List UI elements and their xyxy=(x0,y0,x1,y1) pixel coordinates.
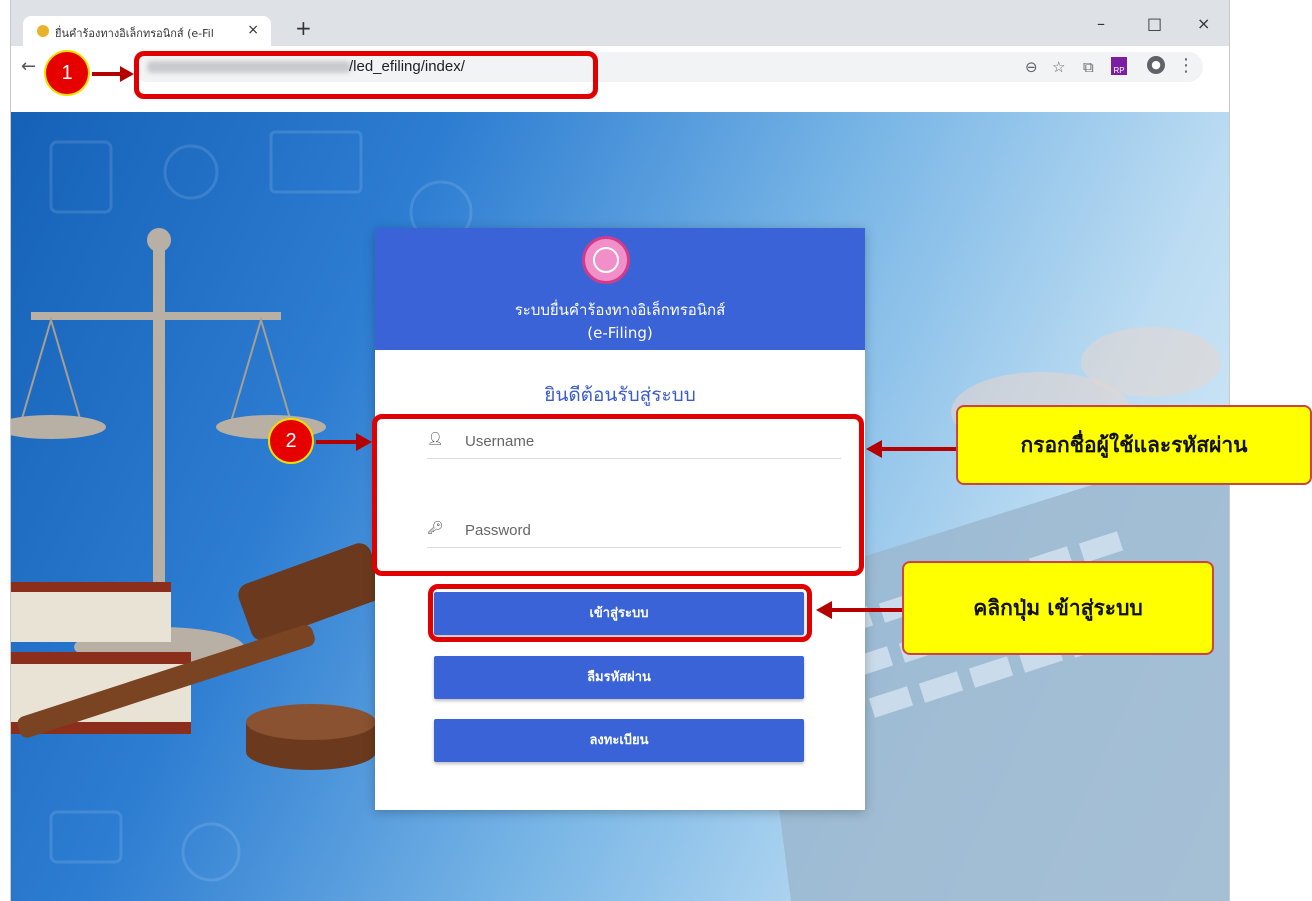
login-highlight-box xyxy=(428,584,812,642)
bookmark-star-icon[interactable]: ☆ xyxy=(1052,58,1065,76)
back-arrow-icon[interactable]: ← xyxy=(21,56,36,77)
maximize-button[interactable]: □ xyxy=(1147,14,1162,33)
arrow-4-head xyxy=(816,601,832,619)
rp-extension-icon[interactable]: RP xyxy=(1111,57,1127,75)
extension-icon[interactable]: ⧉ xyxy=(1083,58,1094,76)
card-header: ระบบยื่นคำร้องทางอิเล็กทรอนิกส์ (e-Filin… xyxy=(375,228,865,350)
tab-title: ยื่นคำร้องทางอิเล็กทรอนิกส์ (e-Fil xyxy=(55,27,214,40)
profile-avatar-icon[interactable]: ● xyxy=(1147,56,1165,74)
system-title: ระบบยื่นคำร้องทางอิเล็กทรอนิกส์ xyxy=(514,301,726,319)
callout-login: คลิกปุ่ม เข้าสู่ระบบ xyxy=(902,561,1214,655)
tab-strip: ยื่นคำร้องทางอิเล็กทรอนิกส์ (e-Fil × + –… xyxy=(11,0,1229,46)
new-tab-button[interactable]: + xyxy=(295,18,312,38)
arrow-3-head xyxy=(866,440,882,458)
arrow-4 xyxy=(830,608,902,612)
arrow-3 xyxy=(880,447,956,451)
favicon-icon xyxy=(37,25,49,37)
forgot-password-button[interactable]: ลืมรหัสผ่าน xyxy=(434,656,804,699)
callout-credentials: กรอกชื่อผู้ใช้และรหัสผ่าน xyxy=(956,405,1312,485)
browser-tab[interactable]: ยื่นคำร้องทางอิเล็กทรอนิกส์ (e-Fil × xyxy=(23,16,271,46)
agency-logo-icon xyxy=(582,236,630,284)
arrow-2-head xyxy=(356,433,372,451)
window-close-button[interactable]: × xyxy=(1197,14,1210,33)
menu-icon[interactable]: ⋮ xyxy=(1177,55,1195,76)
register-button[interactable]: ลงทะเบียน xyxy=(434,719,804,762)
minimize-button[interactable]: – xyxy=(1097,14,1105,33)
tab-close-icon[interactable]: × xyxy=(247,22,259,38)
step-marker-1: 1 xyxy=(44,50,90,96)
system-subtitle: (e-Filing) xyxy=(587,324,653,342)
arrow-1-head xyxy=(120,66,134,82)
step-marker-2: 2 xyxy=(268,418,314,464)
address-highlight-box xyxy=(134,51,598,99)
credentials-highlight-box xyxy=(372,414,864,576)
zoom-icon[interactable]: ⊖ xyxy=(1025,58,1038,76)
welcome-heading: ยินดีต้อนรับสู่ระบบ xyxy=(544,384,696,406)
